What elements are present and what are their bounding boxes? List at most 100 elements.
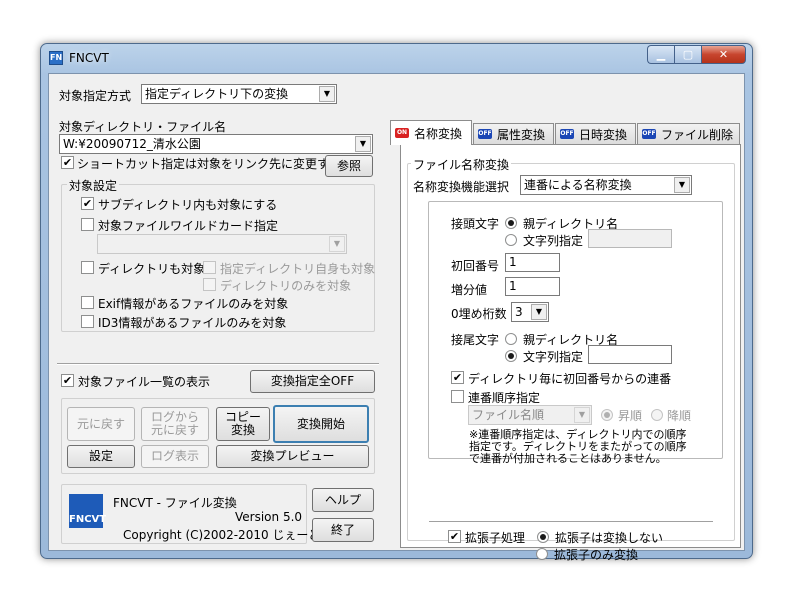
id3-checkbox[interactable] <box>81 315 94 328</box>
func-label: 名称変換機能選択 <box>413 180 510 194</box>
descending-label: 降順 <box>667 409 692 423</box>
per-dir-checkbox[interactable]: ✔ <box>451 371 464 384</box>
dir-only-checkbox[interactable] <box>203 278 216 291</box>
method-label: 対象指定方式 <box>59 89 132 103</box>
prefix-string-label: 文字列指定 <box>523 234 584 248</box>
target-path-combo[interactable]: W:¥20090712_清水公園 ▼ <box>59 134 373 154</box>
tab-attributes[interactable]: OFF 属性変換 <box>473 123 554 144</box>
check-icon: ✔ <box>62 374 73 387</box>
chevron-down-icon: ▼ <box>355 136 371 152</box>
target-label: 対象ディレクトリ・ファイル名 <box>59 120 227 134</box>
func-select[interactable]: 連番による名称変換 ▼ <box>520 175 692 195</box>
client-area: 対象指定方式 指定ディレクトリ下の変換 ▼ 対象ディレクトリ・ファイル名 W:¥… <box>48 73 745 562</box>
suffix-string-input[interactable] <box>588 345 672 364</box>
order-checkbox[interactable] <box>451 390 464 403</box>
tab-datetime[interactable]: OFF 日時変換 <box>555 123 636 144</box>
browse-button[interactable]: 参照 <box>325 155 373 177</box>
func-select-value: 連番による名称変換 <box>524 178 632 192</box>
exif-checkbox[interactable] <box>81 296 94 309</box>
all-off-button[interactable]: 変換指定全OFF <box>250 370 375 393</box>
chevron-down-icon: ▼ <box>574 407 590 423</box>
descending-radio[interactable] <box>651 409 663 421</box>
ascending-label: 昇順 <box>618 409 643 423</box>
ext-only-label: 拡張子のみ変換 <box>554 548 639 562</box>
ext-checkbox[interactable]: ✔ <box>448 530 461 543</box>
order-select-value: ファイル名順 <box>472 408 545 422</box>
tab-rename-label: 名称変換 <box>414 126 463 141</box>
prefix-string-radio[interactable] <box>505 234 517 246</box>
show-list-checkbox[interactable]: ✔ <box>61 374 74 387</box>
suffix-parent-radio[interactable] <box>505 333 517 345</box>
shortcut-label: ショートカット指定は対象をリンク先に変更する <box>77 157 342 171</box>
prefix-string-input[interactable] <box>588 229 672 248</box>
subdir-checkbox[interactable]: ✔ <box>81 197 94 210</box>
start-number-label: 初回番号 <box>451 259 500 273</box>
method-select[interactable]: 指定ディレクトリ下の変換 ▼ <box>141 84 337 104</box>
order-note: ※連番順序指定は、ディレクトリ内での順序 指定です。ディレクトリをまたがっての順… <box>469 428 687 465</box>
wildcard-checkbox[interactable] <box>81 218 94 231</box>
divider <box>429 521 713 523</box>
wildcard-combo[interactable]: ▼ <box>97 234 347 254</box>
copy-convert-button[interactable]: コピー 変換 <box>216 407 270 441</box>
help-button[interactable]: ヘルプ <box>312 488 374 512</box>
dir-self-label: 指定ディレクトリ自身も対象 <box>220 262 376 276</box>
check-icon: ✔ <box>449 530 460 543</box>
check-icon: ✔ <box>62 156 73 169</box>
target-settings-title: 対象設定 <box>67 177 120 194</box>
per-dir-label: ディレクトリ毎に初回番号からの連番 <box>468 372 672 386</box>
suffix-string-radio[interactable] <box>505 350 517 362</box>
dir-self-checkbox[interactable] <box>203 261 216 274</box>
prefix-parent-radio[interactable] <box>505 217 517 229</box>
order-label: 連番順序指定 <box>468 391 541 405</box>
ext-none-label: 拡張子は変換しない <box>555 531 664 545</box>
exit-button[interactable]: 終了 <box>312 518 374 542</box>
increment-label: 増分値 <box>451 283 488 297</box>
maximize-icon: ▢ <box>682 48 694 61</box>
off-badge-icon: OFF <box>478 129 492 139</box>
ext-label: 拡張子処理 <box>465 531 526 545</box>
rename-group-title: ファイル名称変換 <box>411 156 512 173</box>
fncvt-logo: FNCVT <box>69 494 106 528</box>
start-convert-button[interactable]: 変換開始 <box>273 405 369 443</box>
dir-target-label: ディレクトリも対象 <box>98 262 206 276</box>
zero-pad-select[interactable]: 3 ▼ <box>511 302 549 322</box>
minimize-button[interactable]: ▁ <box>647 45 674 64</box>
undo-button[interactable]: 元に戻す <box>67 407 135 441</box>
check-icon: ✔ <box>82 197 93 210</box>
maximize-button[interactable]: ▢ <box>674 45 701 64</box>
tab-delete-label: ファイル削除 <box>661 127 734 142</box>
chevron-down-icon: ▼ <box>674 177 690 193</box>
app-icon: FN <box>49 51 63 65</box>
ext-none-radio[interactable] <box>537 531 549 543</box>
subdir-label: サブディレクトリ内も対象にする <box>98 198 278 212</box>
log-view-button[interactable]: ログ表示 <box>141 445 209 468</box>
check-icon: ✔ <box>452 371 463 384</box>
ext-only-radio[interactable] <box>536 548 548 560</box>
preview-button[interactable]: 変換プレビュー <box>216 445 369 468</box>
window-title: FNCVT <box>69 51 109 65</box>
start-number-input[interactable]: 1 <box>505 253 560 272</box>
suffix-string-label: 文字列指定 <box>523 350 584 364</box>
about-version: Version 5.0 <box>235 510 303 524</box>
show-list-label: 対象ファイル一覧の表示 <box>78 375 211 389</box>
zero-pad-label: 0埋め桁数 <box>451 307 507 321</box>
close-button[interactable]: ✕ <box>701 45 746 64</box>
dir-only-label: ディレクトリのみを対象 <box>220 279 352 293</box>
minimize-icon: ▁ <box>656 48 666 61</box>
settings-button[interactable]: 設定 <box>67 445 135 468</box>
shortcut-checkbox[interactable]: ✔ <box>61 156 74 169</box>
tab-attributes-label: 属性変換 <box>497 127 546 142</box>
about-title: FNCVT - ファイル変換 <box>113 496 237 510</box>
tab-delete[interactable]: OFF ファイル削除 <box>637 123 740 144</box>
dir-target-checkbox[interactable] <box>81 261 94 274</box>
ascending-radio[interactable] <box>601 409 613 421</box>
off-badge-icon: OFF <box>560 129 574 139</box>
target-path-value: W:¥20090712_清水公園 <box>63 137 201 151</box>
main-window: FN FNCVT ▁ ▢ ✕ 対象指定方式 指定ディレクトリ下の変換 ▼ 対象デ… <box>40 43 753 562</box>
about-copyright: Copyright (C)2002-2010 じぇーど <box>123 528 321 542</box>
increment-input[interactable]: 1 <box>505 277 560 296</box>
rename-tab-page: ファイル名称変換 名称変換機能選択 連番による名称変換 ▼ 接頭文字 親ディレク… <box>400 144 741 548</box>
tab-rename[interactable]: ON 名称変換 <box>390 120 472 145</box>
order-select[interactable]: ファイル名順 ▼ <box>468 405 592 425</box>
log-undo-button[interactable]: ログから 元に戻す <box>141 407 209 441</box>
